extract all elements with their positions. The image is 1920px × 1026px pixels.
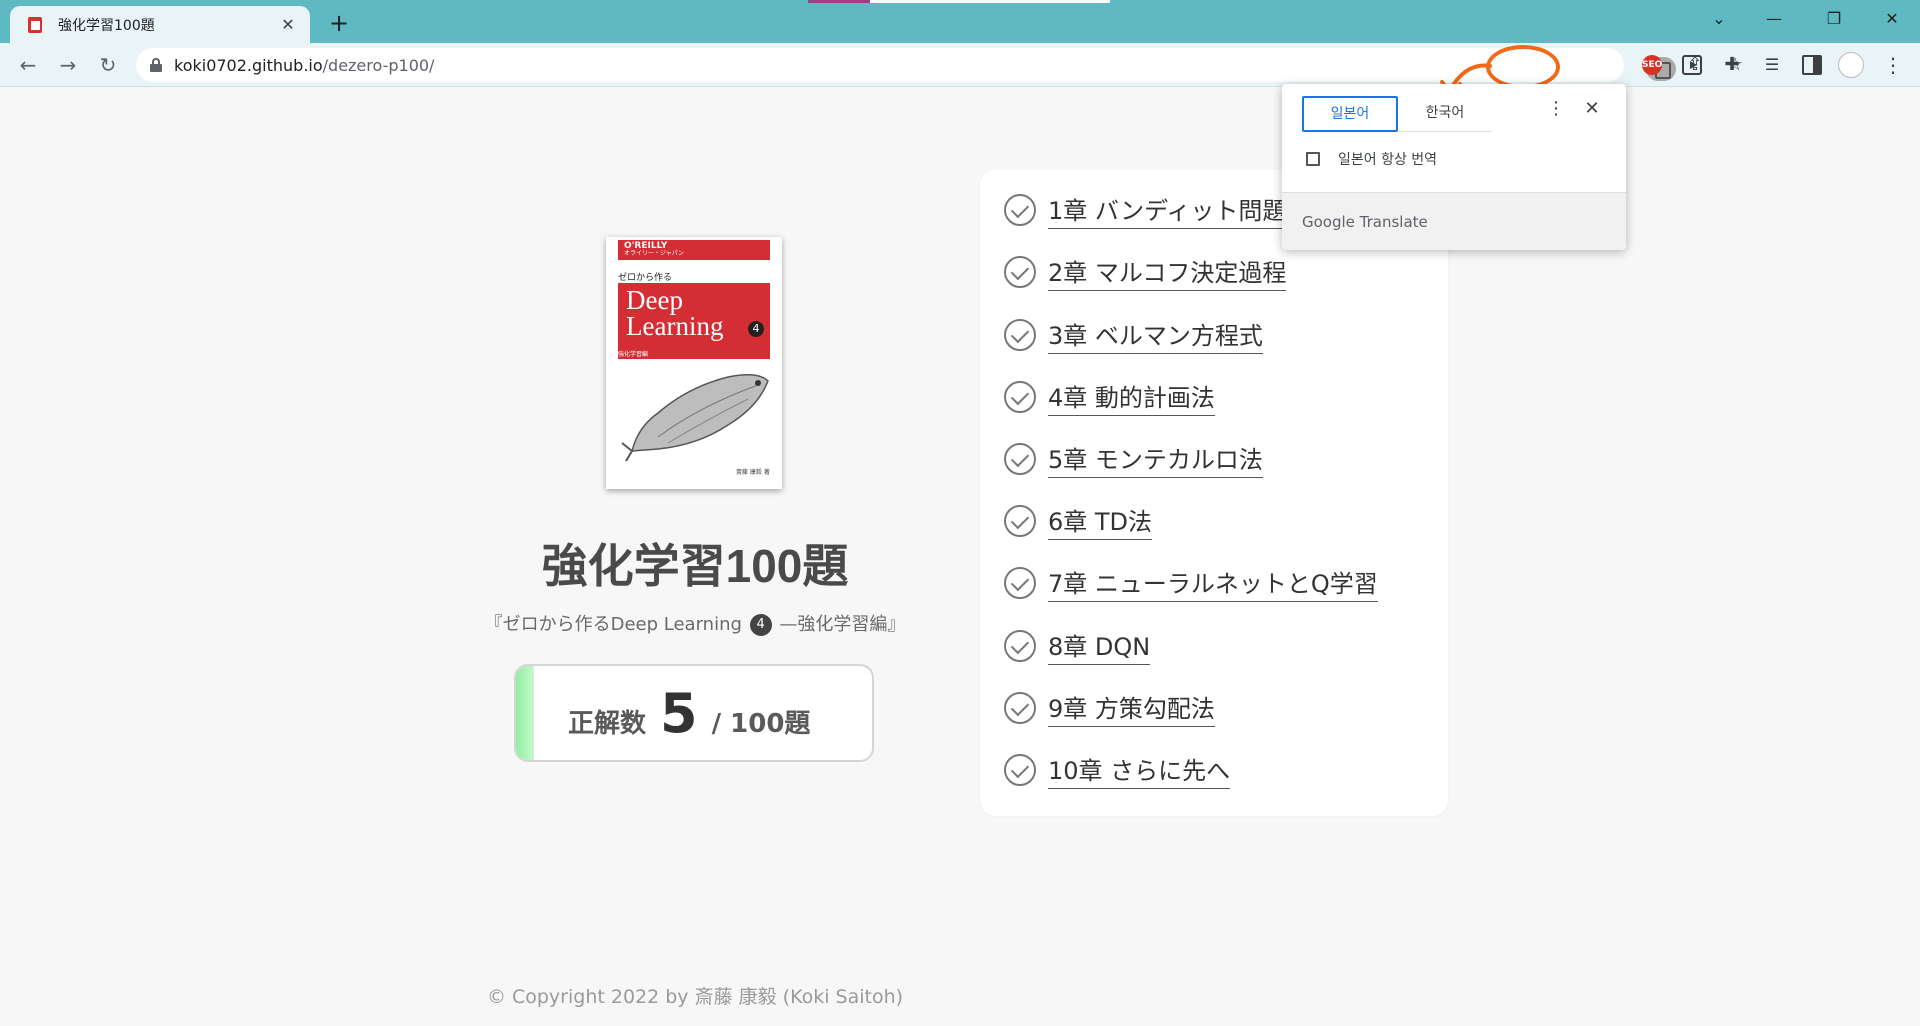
check-circle-icon [1004, 256, 1036, 288]
book-title-line1: Deep [626, 285, 683, 315]
target-language-tab[interactable]: 한국어 [1398, 96, 1492, 132]
chapter-item-2[interactable]: 2章 マルコフ決定過程 [1004, 252, 1287, 292]
book-cover: O'REILLY オライリー・ジャパン ゼロから作る Deep Learning… [606, 237, 782, 489]
tab-strip-accent [808, 0, 870, 3]
chapter-item-8[interactable]: 8章 DQN [1004, 626, 1151, 666]
address-bar[interactable]: koki0702.github.io/dezero-p100/ ⇪ ☆ [136, 48, 1743, 82]
check-circle-icon [1004, 567, 1036, 599]
publisher-name: O'REILLY [624, 241, 668, 251]
popup-footer: Google Translate [1282, 192, 1626, 250]
chapter-link[interactable]: 4章 動的計画法 [1048, 378, 1215, 416]
check-circle-icon [1004, 692, 1036, 724]
video-extension-icon[interactable] [1682, 55, 1702, 75]
publisher-subname: オライリー・ジャパン [624, 250, 685, 257]
restore-button[interactable]: ❐ [1816, 6, 1852, 32]
always-translate-label: 일본어 항상 번역 [1338, 152, 1438, 168]
book-volume: 4 [748, 321, 764, 337]
google-translate-logo: Google Translate [1302, 213, 1428, 231]
volume-badge: 4 [749, 614, 772, 636]
minimize-button[interactable]: — [1756, 6, 1792, 32]
fish-illustration [621, 374, 769, 462]
forward-button[interactable]: → [54, 51, 82, 79]
book-series: ゼロから作る [618, 273, 673, 283]
url-path: /dezero-p100/ [322, 55, 435, 75]
translate-popup: 일본어 한국어 ⋮ ✕ 일본어 항상 번역 Google Translate [1282, 84, 1626, 250]
book-favicon-icon [28, 16, 44, 34]
publisher-logo: O'REILLY オライリー・ジャパン [618, 240, 770, 260]
chapter-item-9[interactable]: 9章 方策勾配法 [1004, 688, 1215, 728]
check-circle-icon [1004, 194, 1036, 226]
new-tab-button[interactable]: + [326, 9, 352, 37]
browser-toolbar: ← → ↻ koki0702.github.io/dezero-p100/ ⇪ … [0, 43, 1920, 87]
subtitle-text: 『ゼロから作るDeep Learning [484, 614, 742, 635]
back-button[interactable]: ← [14, 51, 42, 79]
check-circle-icon [1004, 319, 1036, 351]
tab-strip-accent-light [870, 0, 1110, 3]
chapter-item-1[interactable]: 1章 バンディット問題 [1004, 190, 1287, 230]
source-language-tab[interactable]: 일본어 [1302, 96, 1398, 132]
chapter-item-3[interactable]: 3章 ベルマン方程式 [1004, 315, 1263, 355]
tab-strip: 強化学習100題 ✕ + ⌄ — ❐ ✕ [0, 0, 1920, 43]
reload-button[interactable]: ↻ [94, 51, 122, 79]
chapter-link[interactable]: 2章 マルコフ決定過程 [1048, 253, 1287, 291]
book-author: 斎藤 康毅 著 [736, 469, 770, 476]
chapter-item-7[interactable]: 7章 ニューラルネットとQ学習 [1004, 563, 1378, 603]
profile-avatar[interactable] [1838, 52, 1864, 78]
always-translate-checkbox[interactable] [1306, 152, 1320, 166]
check-circle-icon [1004, 443, 1036, 475]
copyright-footer: © Copyright 2022 by 斎藤 康毅 (Koki Saitoh) [486, 986, 904, 1008]
score-total: / 100題 [711, 709, 811, 739]
chapter-link[interactable]: 8章 DQN [1048, 627, 1151, 665]
url-host: koki0702.github.io [174, 55, 323, 75]
chapter-item-5[interactable]: 5章 モンテカルロ法 [1004, 439, 1263, 479]
extensions-puzzle-icon[interactable]: ✚ [1722, 55, 1742, 75]
browser-tab[interactable]: 強化学習100題 ✕ [10, 6, 310, 43]
chapter-link[interactable]: 3章 ベルマン方程式 [1048, 316, 1263, 354]
chapter-item-4[interactable]: 4章 動的計画法 [1004, 377, 1215, 417]
check-circle-icon [1004, 381, 1036, 413]
chapter-link[interactable]: 7章 ニューラルネットとQ学習 [1048, 564, 1378, 602]
tab-search-icon[interactable]: ⌄ [1701, 6, 1737, 32]
chapter-link[interactable]: 5章 モンテカルロ法 [1048, 440, 1263, 478]
chapter-link[interactable]: 9章 方策勾配法 [1048, 689, 1215, 727]
book-title-line2: Learning [626, 311, 724, 341]
page-subtitle: 『ゼロから作るDeep Learning 4 —強化学習編』 [440, 610, 950, 636]
score-progress-bar [516, 666, 534, 760]
tab-title: 強化学習100題 [58, 17, 155, 34]
score-value: 5 [660, 682, 698, 745]
close-window-button[interactable]: ✕ [1874, 6, 1910, 32]
reading-list-icon[interactable]: ☰ [1762, 55, 1782, 75]
chapter-item-6[interactable]: 6章 TD法 [1004, 501, 1153, 541]
chapter-link[interactable]: 6章 TD法 [1048, 502, 1153, 540]
chapter-link[interactable]: 1章 バンディット問題 [1048, 191, 1287, 229]
check-circle-icon [1004, 505, 1036, 537]
chapter-item-10[interactable]: 10章 さらに先へ [1004, 750, 1231, 790]
page-title: 強化学習100題 [541, 540, 849, 592]
score-label: 正解数 [568, 709, 647, 739]
book-title: Deep Learning [626, 285, 724, 341]
score-card: 正解数 5 / 100題 [514, 664, 874, 762]
seo-extension-icon[interactable]: SEO [1642, 55, 1662, 75]
browser-menu-icon[interactable]: ⋮ [1880, 52, 1906, 78]
close-popup-icon[interactable]: ✕ [1582, 98, 1602, 119]
chapter-link[interactable]: 10章 さらに先へ [1048, 751, 1231, 789]
check-circle-icon [1004, 754, 1036, 786]
lock-icon[interactable] [150, 58, 162, 72]
translate-options-icon[interactable]: ⋮ [1546, 98, 1566, 119]
close-tab-icon[interactable]: ✕ [278, 15, 298, 34]
chapter-list: 1章 バンディット問題 2章 マルコフ決定過程 3章 ベルマン方程式 4章 動的… [980, 170, 1448, 816]
check-circle-icon [1004, 630, 1036, 662]
subtitle-suffix: —強化学習編』 [779, 614, 906, 635]
side-panel-icon[interactable] [1802, 55, 1822, 75]
